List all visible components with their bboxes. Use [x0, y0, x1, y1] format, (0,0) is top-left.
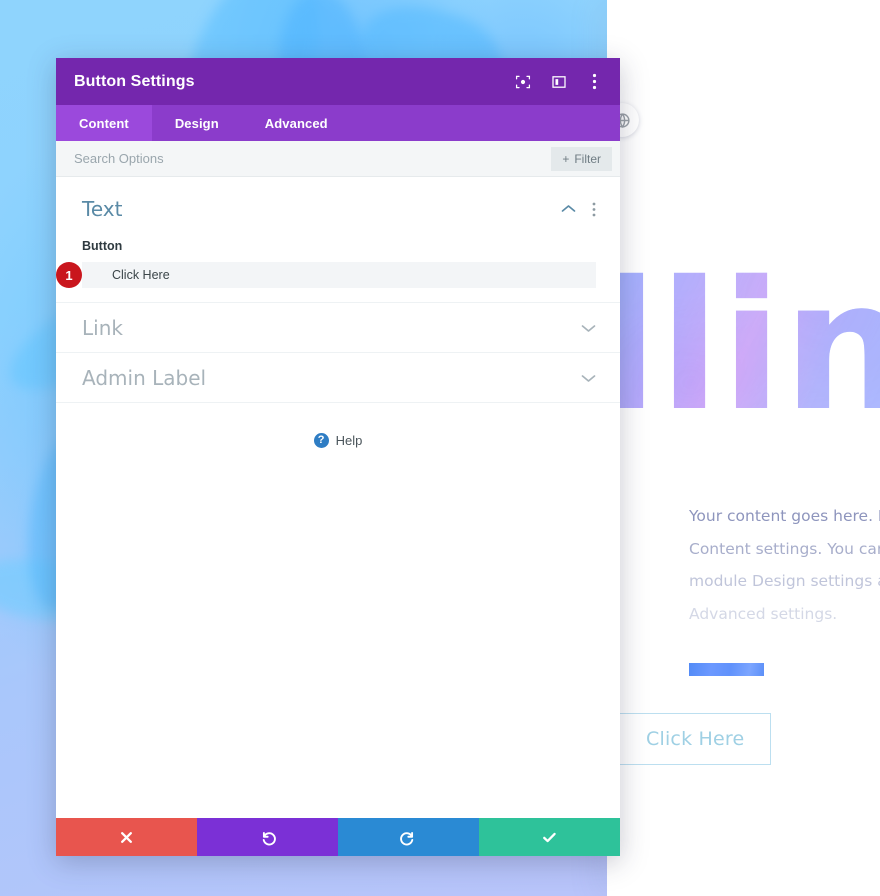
- layout-panel-icon[interactable]: [550, 73, 567, 90]
- close-x-icon: [119, 830, 134, 845]
- redo-button[interactable]: [338, 818, 479, 856]
- chevron-down-icon[interactable]: [581, 323, 596, 333]
- hero-body-line: module Design settings and: [689, 572, 880, 591]
- filter-button-label: Filter: [574, 151, 601, 166]
- hero-body-line: Content settings. You can: [689, 539, 880, 558]
- modal-body: Text Button 1 Click Here Link Admin Labe…: [56, 177, 620, 818]
- section-text-more-icon[interactable]: [592, 202, 596, 217]
- modal-header-icons: [514, 73, 603, 90]
- hero-body-line: Advanced settings.: [689, 604, 838, 623]
- button-text-input[interactable]: [82, 262, 596, 288]
- modal-tabs: Content Design Advanced: [56, 105, 620, 141]
- save-button[interactable]: [479, 818, 620, 856]
- button-settings-modal: Button Settings Content Design Advanced …: [56, 58, 620, 856]
- tab-advanced[interactable]: Advanced: [242, 105, 351, 141]
- focus-target-icon[interactable]: [514, 73, 531, 90]
- undo-icon: [259, 829, 276, 846]
- question-circle-icon: ?: [313, 433, 329, 448]
- chevron-up-icon[interactable]: [561, 204, 576, 214]
- hero-divider-bar: [689, 663, 764, 676]
- modal-footer: [56, 818, 620, 856]
- modal-header: Button Settings: [56, 58, 620, 105]
- chevron-down-icon[interactable]: [581, 373, 596, 383]
- search-input[interactable]: [74, 151, 552, 166]
- undo-button[interactable]: [197, 818, 338, 856]
- page-content-panel: llin Your content goes here. Ed Content …: [597, 0, 880, 896]
- section-admin-label-title: Admin Label: [82, 365, 207, 390]
- help-link[interactable]: ? Help: [56, 402, 620, 448]
- section-link[interactable]: Link: [56, 302, 620, 352]
- section-admin-label[interactable]: Admin Label: [56, 352, 620, 402]
- cancel-button[interactable]: [56, 818, 197, 856]
- help-label: Help: [335, 433, 363, 448]
- section-link-title: Link: [82, 315, 123, 340]
- filter-button[interactable]: + Filter: [551, 146, 612, 171]
- hero-body-line: Your content goes here. Ed: [689, 507, 880, 525]
- hero-heading: llin: [597, 258, 880, 436]
- tab-design[interactable]: Design: [152, 105, 242, 141]
- search-options-bar: + Filter: [56, 141, 620, 177]
- checkmark-icon: [541, 829, 558, 846]
- button-field-row: 1: [56, 262, 596, 288]
- section-text-title: Text: [82, 197, 123, 221]
- section-text: Text Button 1 Click Here: [56, 177, 620, 302]
- modal-title: Button Settings: [74, 72, 195, 90]
- hero-cta-button[interactable]: Click Here: [619, 713, 772, 765]
- redo-icon: [400, 829, 417, 846]
- more-vertical-icon[interactable]: [586, 73, 603, 90]
- plus-icon: +: [562, 151, 570, 166]
- step-badge-1: 1: [56, 262, 82, 288]
- section-text-header[interactable]: Text: [82, 197, 596, 221]
- screen-root: llin Your content goes here. Ed Content …: [0, 0, 880, 896]
- hero-body-text: Your content goes here. Ed Content setti…: [689, 500, 880, 630]
- tab-content[interactable]: Content: [56, 105, 152, 141]
- button-field-label: Button: [82, 239, 123, 253]
